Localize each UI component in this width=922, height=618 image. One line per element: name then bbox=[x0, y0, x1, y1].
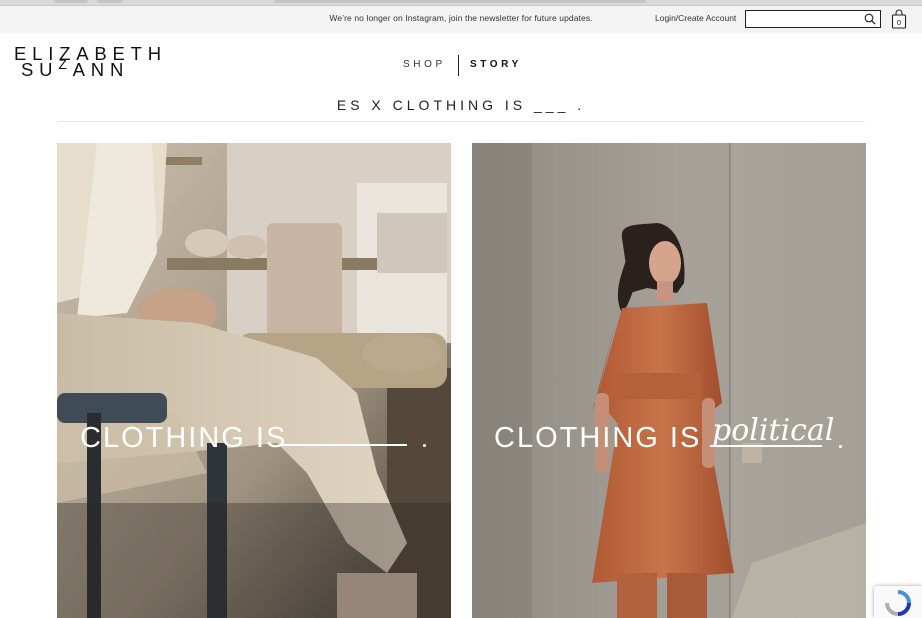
cart-button[interactable]: 0 bbox=[891, 9, 907, 29]
political-photo bbox=[472, 143, 866, 618]
search-icon[interactable] bbox=[864, 13, 876, 25]
login-create-account-link[interactable]: Login/Create Account bbox=[655, 13, 736, 23]
nav-divider bbox=[458, 55, 459, 76]
caption-clothing-is: CLOTHING IS bbox=[80, 422, 288, 454]
recaptcha-badge[interactable] bbox=[874, 586, 922, 618]
caption-clothing-is: CLOTHING IS bbox=[494, 422, 702, 454]
story-card-left[interactable]: CLOTHING IS bbox=[57, 143, 451, 618]
announcement-bar: We’re no longer on Instagram, join the n… bbox=[0, 6, 922, 33]
caption-blank-line bbox=[710, 445, 822, 447]
browser-address-bar[interactable] bbox=[274, 0, 646, 3]
nav-story-link[interactable]: STORY bbox=[470, 59, 522, 70]
caption-fill-word: political bbox=[712, 413, 835, 448]
caption-blank-line bbox=[282, 444, 407, 446]
browser-tab[interactable] bbox=[97, 0, 123, 3]
potter-photo bbox=[57, 143, 451, 618]
caption-period bbox=[839, 445, 842, 448]
title-divider bbox=[57, 121, 865, 122]
main-nav: SHOP STORY bbox=[0, 55, 922, 77]
browser-tab[interactable] bbox=[54, 0, 88, 3]
caption-period bbox=[423, 444, 426, 447]
shopping-bag-icon: 0 bbox=[891, 9, 907, 29]
cart-count: 0 bbox=[897, 18, 901, 27]
recaptcha-icon bbox=[885, 590, 911, 616]
search-input[interactable] bbox=[745, 10, 881, 28]
page-title: ES X CLOTHING IS ___ . bbox=[336, 97, 586, 113]
story-card-right[interactable]: CLOTHING IS political bbox=[472, 143, 866, 618]
nav-shop-link[interactable]: SHOP bbox=[403, 59, 446, 70]
